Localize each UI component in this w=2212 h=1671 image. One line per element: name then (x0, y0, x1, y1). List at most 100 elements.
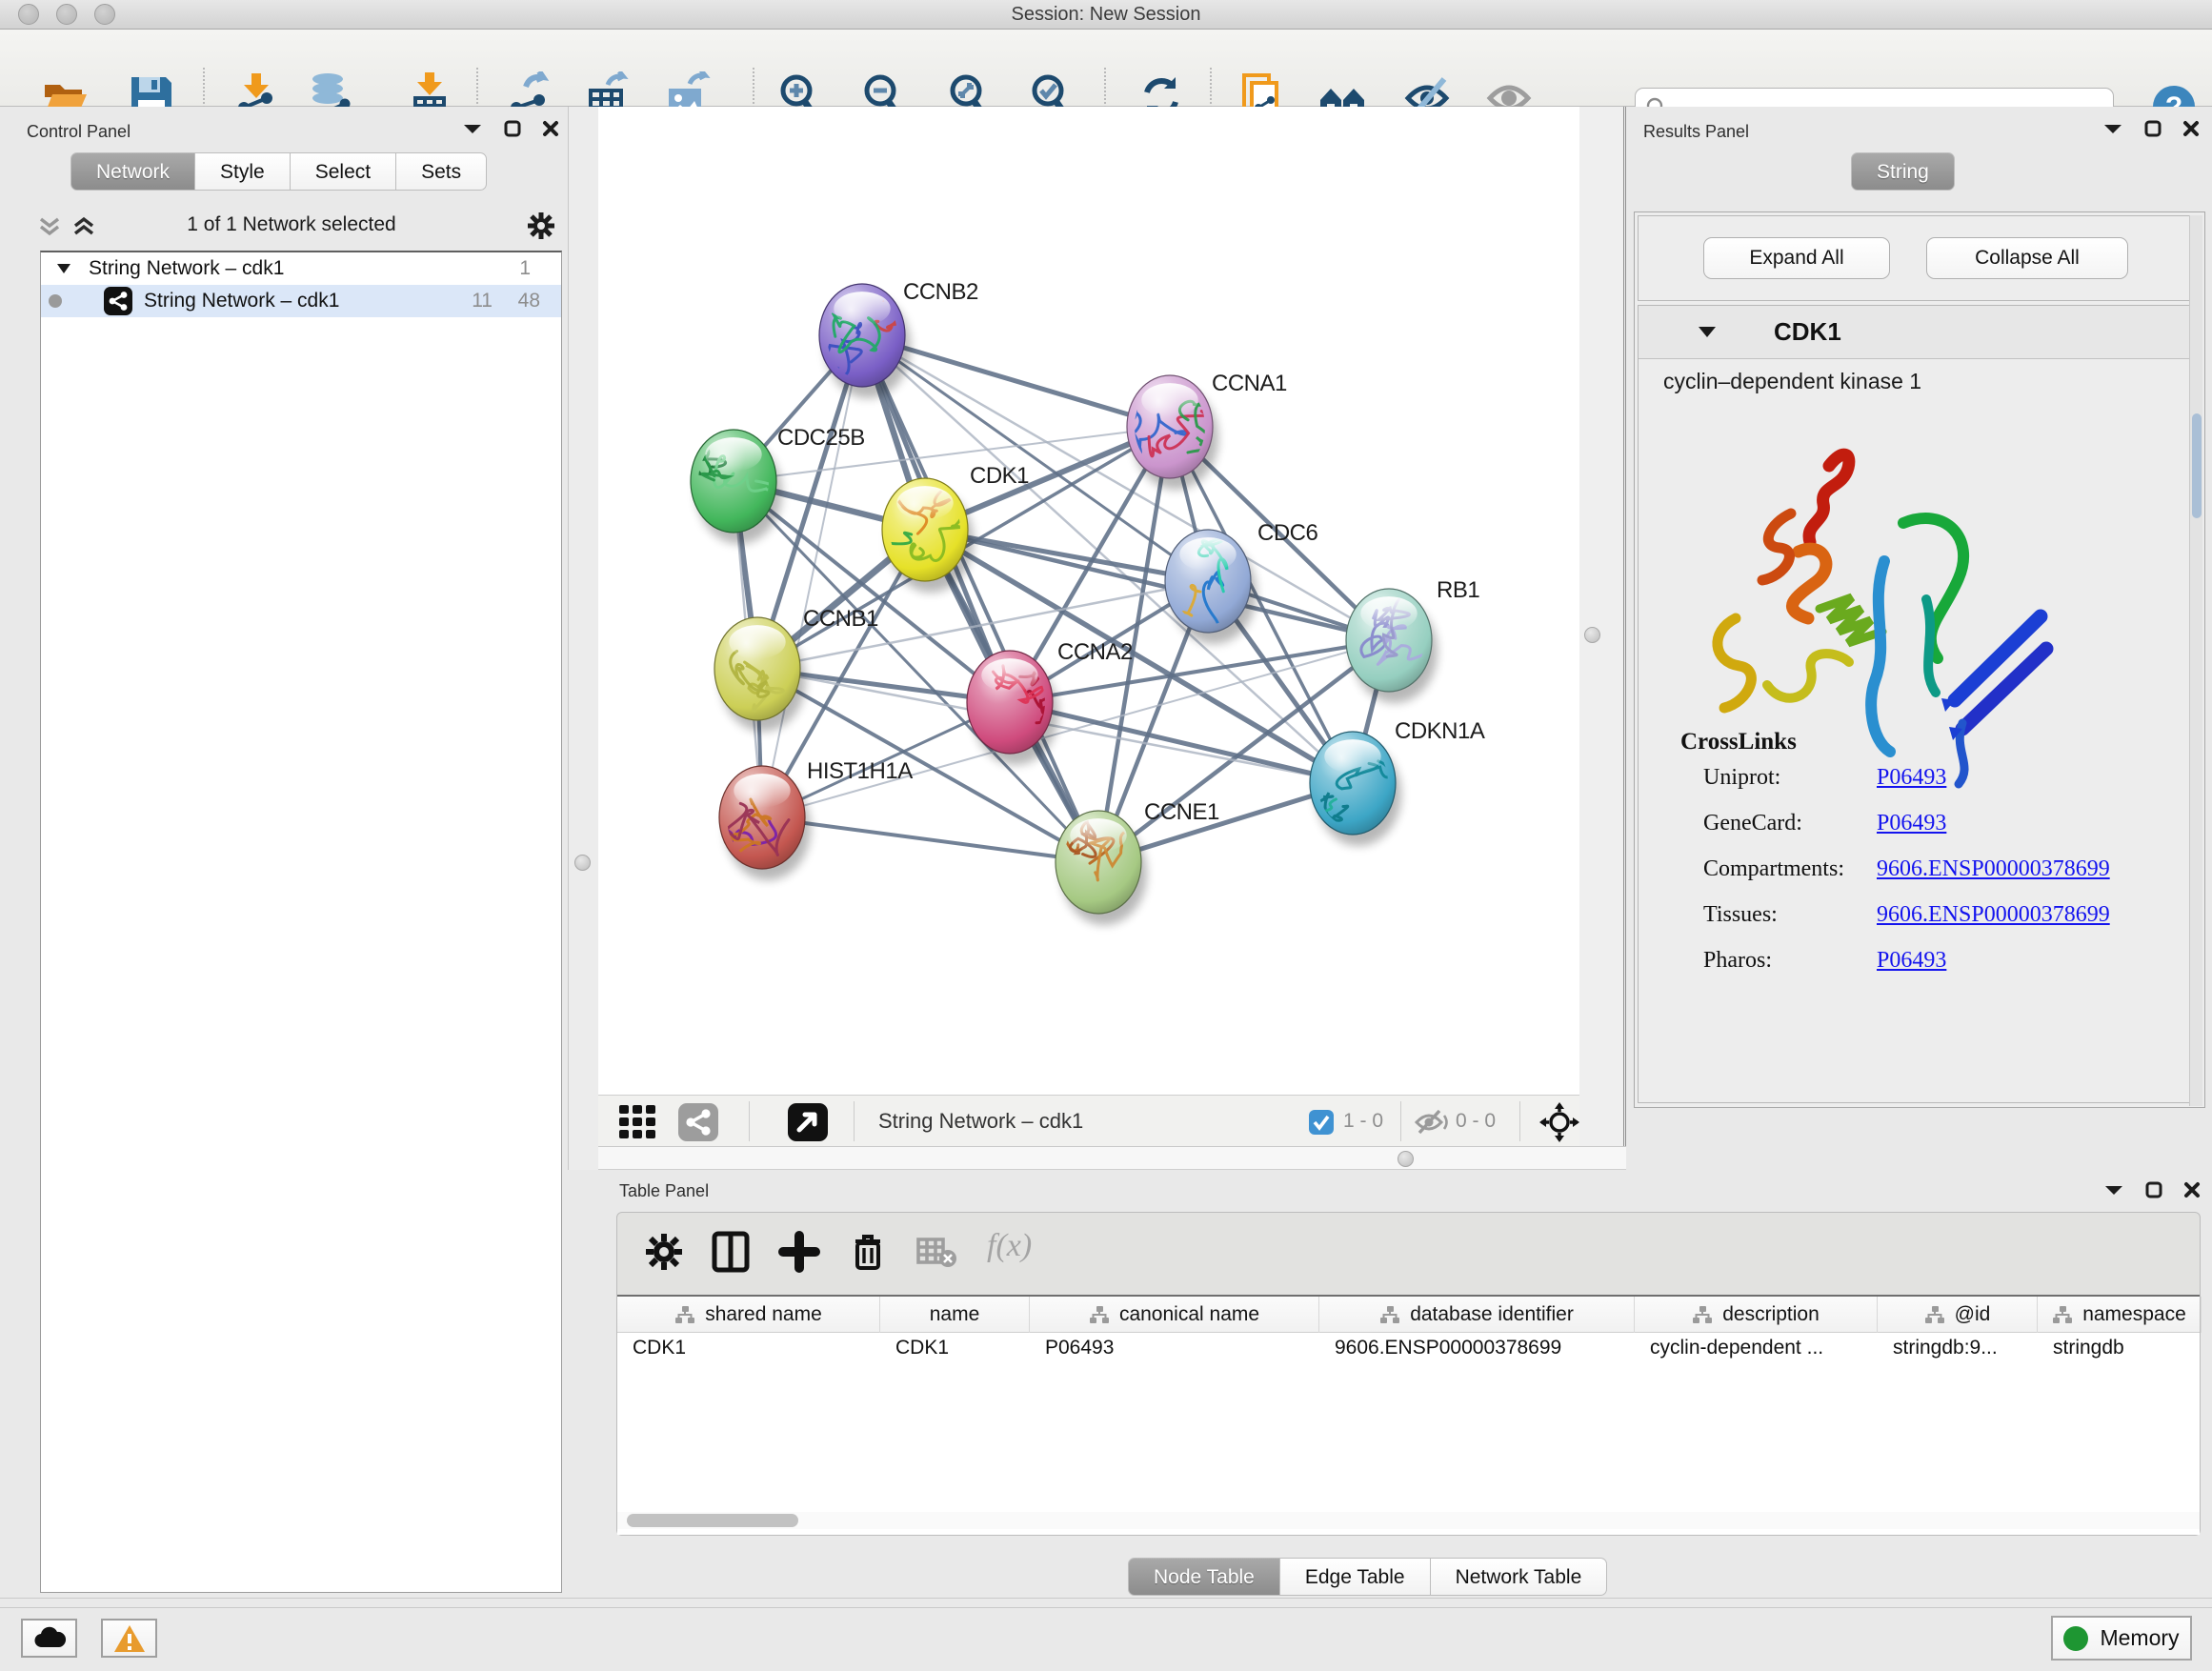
column-type-icon (1924, 1305, 1945, 1324)
panel-float-icon[interactable] (2145, 1181, 2162, 1198)
delete-column-icon[interactable] (846, 1230, 890, 1274)
collection-count: 1 (519, 257, 531, 280)
left-splitter[interactable] (568, 107, 598, 1170)
netbar-separator (1400, 1101, 1401, 1141)
panel-float-icon[interactable] (504, 120, 521, 137)
warning-icon (113, 1624, 146, 1653)
panel-menu-icon[interactable] (462, 122, 483, 135)
network-canvas[interactable]: CCNB2CCNA1CDC25BCDK1CDC6RB1CCNB1CCNA2CDK… (598, 107, 1579, 1095)
results-scrollbar-thumb[interactable] (2192, 413, 2202, 518)
crosslink-link[interactable]: 9606.ENSP00000378699 (1877, 902, 2110, 928)
tab-network[interactable]: Network (70, 152, 195, 191)
table-cell[interactable]: CDK1 (880, 1337, 1030, 1367)
column-header-label: shared name (705, 1303, 822, 1326)
grid-view-icon[interactable] (619, 1105, 667, 1139)
cloud-status-button[interactable] (21, 1619, 77, 1658)
memory-button[interactable]: Memory (2051, 1616, 2192, 1661)
table-cell[interactable]: CDK1 (617, 1337, 880, 1367)
crosslink-link[interactable]: P06493 (1877, 811, 1946, 836)
node-table: shared name name canonical namedatabase id… (617, 1295, 2200, 1535)
column-header-@id[interactable]: @id (1878, 1297, 2038, 1333)
network-node[interactable] (1125, 375, 1218, 490)
column-header-label: name (930, 1303, 980, 1326)
network-share-view-icon[interactable] (678, 1103, 720, 1141)
function-builder-icon: f(x) (987, 1228, 1032, 1264)
network-node[interactable] (1284, 732, 1401, 846)
crosslink-label: Compartments: (1703, 856, 1877, 882)
main-toolbar: ? (0, 30, 2212, 107)
tab-network-table[interactable]: Network Table (1431, 1558, 1608, 1596)
netbar-separator (749, 1101, 750, 1141)
network-node[interactable] (1056, 797, 1147, 925)
table-toolbar: f(x) (617, 1213, 2200, 1293)
panel-close-icon[interactable] (542, 120, 559, 137)
node-label: CCNA2 (1057, 639, 1133, 665)
panel-menu-icon[interactable] (2102, 122, 2123, 135)
panel-menu-icon[interactable] (2103, 1183, 2124, 1197)
tab-style[interactable]: Style (195, 152, 291, 191)
network-graph[interactable]: CCNB2CCNA1CDC25BCDK1CDC6RB1CCNB1CCNA2CDK… (598, 107, 1579, 1095)
section-expander-icon[interactable] (1698, 326, 1717, 339)
results-scrollbar[interactable] (2189, 215, 2202, 1106)
show-columns-icon[interactable] (709, 1230, 753, 1274)
network-collection-row[interactable]: String Network – cdk1 1 (41, 252, 561, 285)
panel-close-icon[interactable] (2182, 120, 2200, 137)
collection-label: String Network – cdk1 (89, 257, 284, 280)
left-splitter-handle[interactable] (574, 855, 591, 871)
network-view-title: String Network – cdk1 (878, 1109, 1083, 1134)
create-column-icon[interactable] (777, 1230, 821, 1274)
warnings-button[interactable] (101, 1619, 157, 1658)
column-header-canonical-name[interactable]: canonical name (1030, 1297, 1319, 1333)
column-header-name[interactable]: name (880, 1297, 1030, 1333)
network-node[interactable] (693, 766, 811, 880)
column-header-namespace[interactable]: namespace (2038, 1297, 2202, 1333)
network-row[interactable]: String Network – cdk1 11 48 (41, 285, 561, 317)
tab-node-table[interactable]: Node Table (1128, 1558, 1280, 1596)
table-header-row: shared name name canonical namedatabase id… (617, 1297, 2200, 1333)
tab-sets[interactable]: Sets (396, 152, 487, 191)
table-options-gear-icon[interactable] (642, 1230, 686, 1274)
table-cell[interactable]: stringdb:9... (1878, 1337, 2038, 1367)
table-hscrollbar[interactable] (617, 1512, 2200, 1529)
table-hscrollbar-thumb[interactable] (627, 1514, 798, 1527)
network-edge[interactable] (762, 335, 862, 817)
collapse-all-button[interactable]: Collapse All (1926, 237, 2128, 279)
panel-float-icon[interactable] (2144, 120, 2162, 137)
column-header-description[interactable]: description (1635, 1297, 1878, 1333)
protein-section-header[interactable]: CDK1 (1639, 306, 2199, 359)
column-header-database-identifier[interactable]: database identifier (1319, 1297, 1635, 1333)
tab-string[interactable]: String (1851, 152, 1955, 191)
panel-close-icon[interactable] (2183, 1181, 2201, 1198)
table-cell[interactable]: P06493 (1030, 1337, 1319, 1367)
column-header-label: @id (1955, 1303, 1991, 1326)
status-bar: Memory (0, 1598, 2212, 1671)
network-node[interactable] (1346, 589, 1438, 703)
control-panel-tabs: NetworkStyleSelectSets (70, 152, 487, 191)
network-node[interactable] (662, 421, 782, 544)
tab-edge-table[interactable]: Edge Table (1280, 1558, 1431, 1596)
table-cell[interactable]: 9606.ENSP00000378699 (1319, 1337, 1635, 1367)
table-cell[interactable]: cyclin-dependent ... (1635, 1337, 1878, 1367)
control-panel-title: Control Panel (27, 122, 131, 142)
horizontal-splitter-handle[interactable] (1398, 1151, 1414, 1167)
crosslink-link[interactable]: P06493 (1877, 765, 1946, 791)
node-table-container: f(x) shared name name canonical namedataba… (616, 1212, 2201, 1536)
tab-select[interactable]: Select (291, 152, 396, 191)
crosslink-row: GeneCard:P06493 (1703, 811, 2180, 836)
pan-crosshair-icon[interactable] (1539, 1102, 1579, 1142)
column-type-icon (674, 1305, 695, 1324)
network-node[interactable] (819, 284, 911, 398)
selected-checkbox-icon[interactable] (1309, 1110, 1334, 1135)
crosslink-link[interactable]: 9606.ENSP00000378699 (1877, 856, 2110, 882)
node-label: CDK1 (970, 463, 1029, 489)
network-options-gear-icon[interactable] (525, 210, 557, 242)
crosslink-link[interactable]: P06493 (1877, 948, 1946, 974)
tree-expander-icon[interactable] (56, 263, 71, 274)
crosslink-row: Tissues:9606.ENSP00000378699 (1703, 902, 2180, 928)
birdseye-view-icon[interactable] (788, 1103, 830, 1141)
network-edge[interactable] (762, 817, 1098, 862)
expand-all-button[interactable]: Expand All (1703, 237, 1890, 279)
right-splitter-handle[interactable] (1584, 627, 1600, 643)
table-cell[interactable]: stringdb (2038, 1337, 2202, 1367)
column-header-shared-name[interactable]: shared name (617, 1297, 880, 1333)
